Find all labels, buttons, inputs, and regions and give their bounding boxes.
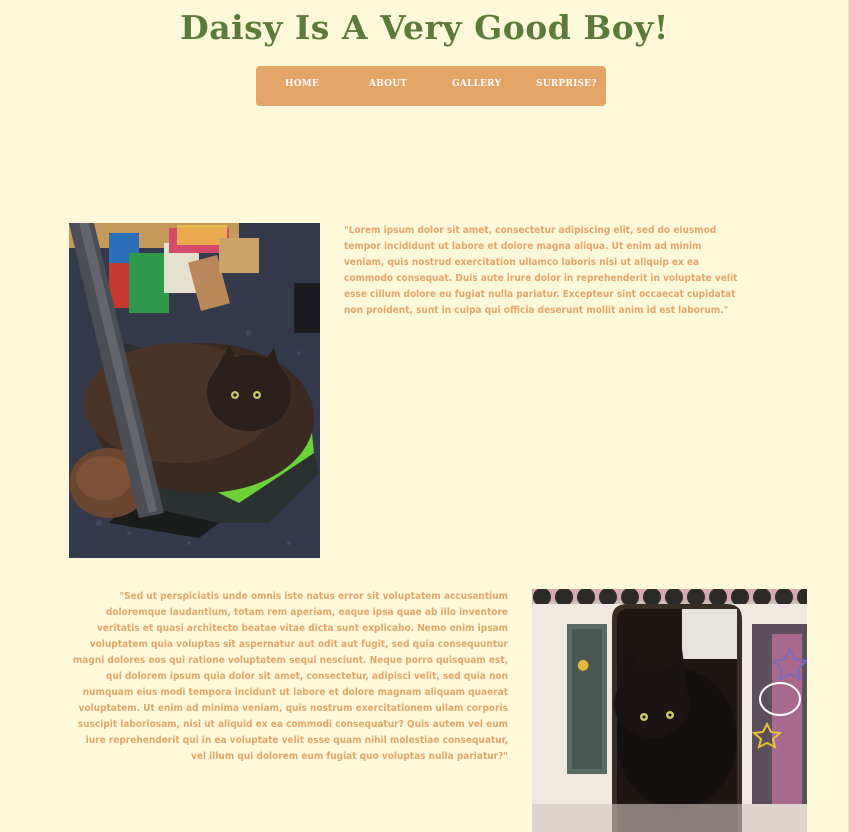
page-title: Daisy Is A Very Good Boy!: [180, 8, 669, 47]
section-1-text: "Lorem ipsum dolor sit amet, consectetur…: [344, 225, 738, 316]
nav-home-link[interactable]: HOME: [285, 79, 319, 89]
nav-surprise-link[interactable]: SURPRISE?: [536, 79, 597, 89]
nav-about-link[interactable]: ABOUT: [369, 79, 407, 89]
main-nav: HOME ABOUT GALLERY SURPRISE?: [256, 66, 606, 106]
nav-gallery-link[interactable]: GALLERY: [452, 79, 501, 89]
cat-photo-2: ●: [532, 589, 807, 832]
section-2-text: "Sed ut perspiciatis unde omnis iste nat…: [72, 591, 508, 762]
svg-text:●: ●: [577, 657, 589, 673]
cat-photo-1: [69, 223, 320, 558]
